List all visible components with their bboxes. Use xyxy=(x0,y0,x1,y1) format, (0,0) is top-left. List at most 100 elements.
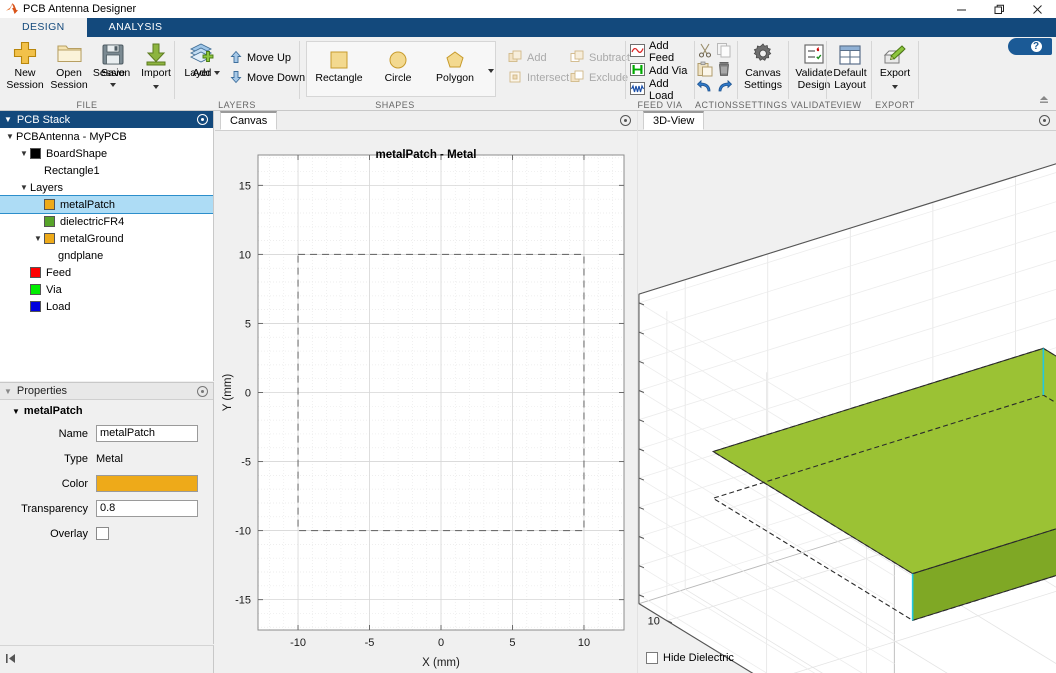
ribbon-group-view: Default Layout VIEW xyxy=(827,37,871,111)
tab-analysis[interactable]: ANALYSIS xyxy=(87,18,185,37)
x-tick-label: 0 xyxy=(438,637,444,649)
tree-item-dielectricfr4[interactable]: dielectricFR4 xyxy=(0,213,213,230)
tree-item-metalpatch[interactable]: metalPatch xyxy=(0,195,213,214)
circle-icon xyxy=(372,45,424,71)
chevron-down-icon xyxy=(488,69,494,74)
import-dropdown[interactable] xyxy=(133,82,179,94)
delete-button[interactable] xyxy=(716,61,732,80)
canvas-settings-button[interactable]: Canvas Settings xyxy=(740,40,786,91)
tree-color-swatch xyxy=(44,216,55,227)
circle-shape-button[interactable]: Circle xyxy=(372,45,424,85)
property-label: Transparency xyxy=(21,502,88,515)
open-session-label: Open Session xyxy=(50,67,88,91)
ribbon-group-shapes: Rectangle Circle Polygon Add Intersect S… xyxy=(300,37,630,111)
move-down-button[interactable]: Move Down xyxy=(229,70,307,86)
view3d-options-icon[interactable] xyxy=(1039,115,1050,126)
arrow-down-icon xyxy=(229,70,243,87)
layout-grid-icon xyxy=(827,40,873,66)
nav-first-icon[interactable] xyxy=(5,653,17,667)
shape-gallery-expander[interactable] xyxy=(488,65,494,77)
pcb-stack-panel: ▼ PCB Stack ▼ PCBAntenna - MyPCB ▼ BoardSha… xyxy=(0,111,214,381)
redo-button[interactable] xyxy=(716,79,733,97)
export-dropdown[interactable] xyxy=(872,82,918,94)
add-via-button[interactable]: Add Via xyxy=(630,63,688,79)
maximize-restore-button[interactable] xyxy=(980,0,1018,18)
tab-canvas[interactable]: Canvas xyxy=(220,111,278,130)
tree-item-load[interactable]: Load xyxy=(0,298,213,315)
view3d-tab-bar: 3D-View xyxy=(638,111,1056,131)
boolean-intersect-button[interactable]: Intersect xyxy=(508,70,576,86)
view-3d-plot[interactable]: -10-50510-100101086420-2-4-6-8-10X (mm)Y… xyxy=(596,131,1056,673)
copy-button[interactable] xyxy=(716,42,732,61)
feed-icon xyxy=(630,44,645,60)
minimize-button[interactable] xyxy=(942,0,980,18)
boolean-add-button[interactable]: Add xyxy=(508,50,564,66)
tree-color-swatch xyxy=(30,148,41,159)
tree-twisty-icon[interactable]: ▼ xyxy=(18,183,30,192)
panel-options-icon[interactable] xyxy=(197,114,208,125)
property-input-transparency[interactable]: 0.8 xyxy=(96,500,198,517)
add-load-button[interactable]: Add Load xyxy=(630,78,696,102)
add-layer-button[interactable]: Layer Add xyxy=(179,40,225,80)
add-load-label: Add Load xyxy=(649,78,674,102)
polygon-shape-button[interactable]: Polygon xyxy=(426,45,484,85)
tree-twisty-icon[interactable]: ▼ xyxy=(18,149,30,158)
panel-options-icon[interactable] xyxy=(197,386,208,397)
boolean-intersect-icon xyxy=(508,70,523,87)
tree-item-rectangle1[interactable]: Rectangle1 xyxy=(0,162,213,179)
group-label-shapes: SHAPES xyxy=(375,100,415,110)
tree-item-boardshape[interactable]: ▼ BoardShape xyxy=(0,145,213,162)
y-tick-label: -15 xyxy=(235,595,251,607)
add-feed-button[interactable]: Add Feed xyxy=(630,40,694,64)
tree-twisty-icon[interactable]: ▼ xyxy=(4,132,16,141)
property-value-type: Metal xyxy=(96,452,123,465)
canvas-2d-plot[interactable]: -10 -5 0 5 10 15 10 5 0 -5 -10 -15 X (mm) Y (mm) xyxy=(215,131,637,673)
import-button[interactable]: Import xyxy=(133,40,179,93)
pcb-stack-tree[interactable]: ▼ PCBAntenna - MyPCB ▼ BoardShape Rectangle1… xyxy=(0,128,213,381)
undo-button[interactable] xyxy=(696,79,713,97)
tree-item-via[interactable]: Via xyxy=(0,281,213,298)
tree-item-feed[interactable]: Feed xyxy=(0,264,213,281)
collapse-triangle-icon[interactable]: ▼ xyxy=(4,115,12,124)
polygon-label: Polygon xyxy=(436,72,474,84)
plus-icon xyxy=(2,40,48,66)
property-checkbox-overlay[interactable] xyxy=(96,527,109,540)
circle-label: Circle xyxy=(384,72,412,84)
property-input-name[interactable]: metalPatch xyxy=(96,425,198,442)
tab-3d-view[interactable]: 3D-View xyxy=(643,111,705,130)
hide-dielectric-checkbox[interactable]: Hide Dielectric xyxy=(646,652,734,664)
tree-item-layers[interactable]: ▼ Layers xyxy=(0,179,213,196)
group-label-actions: ACTIONS xyxy=(695,100,739,110)
collapse-triangle-icon[interactable]: ▼ xyxy=(12,407,20,416)
tree-item-gndplane[interactable]: gndplane xyxy=(0,247,213,264)
move-up-button[interactable]: Move Up xyxy=(229,50,295,66)
open-session-button[interactable]: Open Session xyxy=(46,40,92,91)
tab-design[interactable]: DESIGN xyxy=(0,18,87,37)
chevron-down-icon[interactable] xyxy=(110,82,116,87)
export-button[interactable]: Export xyxy=(872,40,918,93)
tree-twisty-icon[interactable]: ▼ xyxy=(32,234,44,243)
help-button[interactable]: ? xyxy=(1008,38,1052,55)
new-session-button[interactable]: New Session xyxy=(2,40,48,91)
canvas-body[interactable]: metalPatch - Metal -10 -5 0 5 10 15 10 5 0 -5 -10-… xyxy=(215,131,637,673)
boolean-subtract-label: Subtract xyxy=(589,52,630,64)
view3d-body[interactable]: -10-50510-100101086420-2-4-6-8-10X (mm)Y… xyxy=(596,131,1056,673)
default-layout-button[interactable]: Default Layout xyxy=(827,40,873,91)
cut-button[interactable] xyxy=(697,42,713,61)
pcb-stack-title: PCB Stack xyxy=(16,113,71,126)
tree-item-pcbantenna-mypcb[interactable]: ▼ PCBAntenna - MyPCB xyxy=(0,128,213,145)
collapse-ribbon-button[interactable] xyxy=(1038,95,1050,108)
ribbon-group-feedvia: Add Feed Add Via Add Load FEED VIA xyxy=(626,37,694,111)
tree-item-metalground[interactable]: ▼ metalGround xyxy=(0,230,213,247)
property-color-swatch[interactable] xyxy=(96,475,198,492)
collapse-triangle-icon[interactable]: ▼ xyxy=(4,387,12,396)
canvas-options-icon[interactable] xyxy=(620,115,631,126)
paste-button[interactable] xyxy=(697,61,713,80)
properties-title: Properties xyxy=(16,385,68,397)
close-button[interactable] xyxy=(1018,0,1056,18)
save-session-button[interactable]: Session Save xyxy=(90,40,136,91)
group-label-layers: LAYERS xyxy=(218,100,256,110)
new-session-label: New Session xyxy=(6,67,44,91)
ribbon-toolbar: ? New Session Open Session Session Save … xyxy=(0,37,1056,111)
rectangle-shape-button[interactable]: Rectangle xyxy=(308,45,370,85)
